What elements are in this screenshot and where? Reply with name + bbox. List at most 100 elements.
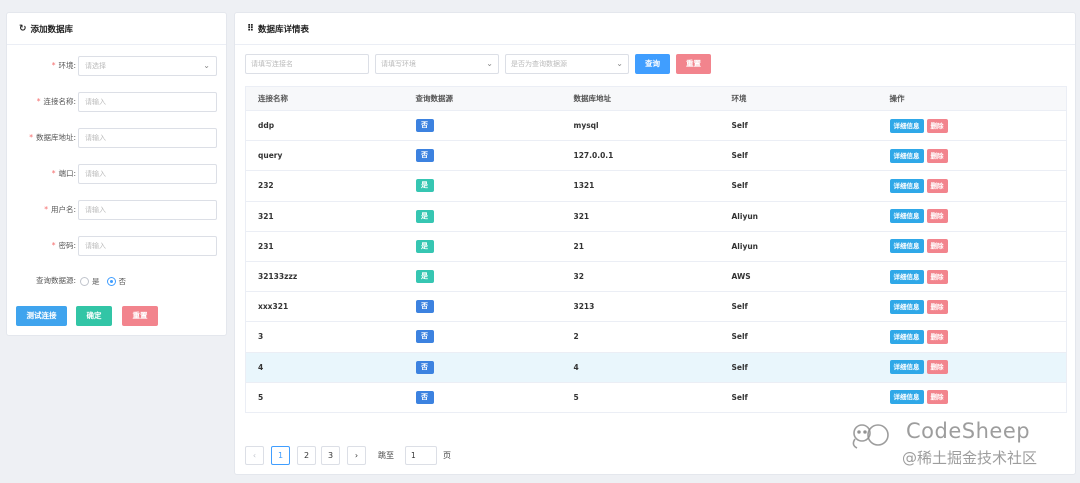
cell-env: Aliyun [719,201,878,232]
port-row: * 端口: 请输入 [7,164,228,184]
detail-button[interactable]: 详细信息 [889,390,924,405]
env-filter[interactable]: 请填写环境 ⌄ [375,54,499,74]
cell-name: ddp [245,110,404,142]
confirm-button[interactable]: 确定 [76,306,112,326]
cell-name: 32133zzz [245,261,404,293]
detail-button[interactable]: 详细信息 [889,118,924,133]
detail-button[interactable]: 详细信息 [889,178,924,193]
reset-filter-button[interactable]: 重置 [676,54,711,74]
page-1-button[interactable]: 1 [271,446,290,465]
db-address-input[interactable]: 请输入 [78,128,217,148]
delete-button[interactable]: 删除 [926,148,948,163]
table-row: 321 是 321 Aliyun 详细信息 删除 [245,201,1067,232]
col-header-source: 查询数据源 [403,86,562,111]
delete-button[interactable]: 删除 [926,360,948,375]
cell-name: xxx321 [245,291,404,323]
password-input[interactable]: 请输入 [78,236,217,256]
cell-actions: 详细信息 删除 [877,291,1067,323]
required-mark: * [51,241,56,250]
page-3-button[interactable]: 3 [321,446,340,465]
cell-actions: 详细信息 删除 [877,321,1067,353]
detail-button[interactable]: 详细信息 [889,269,924,284]
detail-button[interactable]: 详细信息 [889,360,924,375]
radio-yes-label[interactable]: 是 [92,276,100,287]
cell-actions: 详细信息 删除 [877,231,1067,262]
cell-source: 否 [403,321,562,353]
conn-name-filter-placeholder: 请填写连接名 [251,60,293,68]
required-mark: * [51,61,56,70]
required-mark: * [29,133,33,142]
cell-address: 127.0.0.1 [561,140,720,172]
env-select[interactable]: 请选择 ⌄ [78,56,217,76]
cell-address: 2 [561,321,720,353]
delete-button[interactable]: 删除 [926,269,948,284]
page-2-button[interactable]: 2 [297,446,316,465]
env-select-placeholder: 请选择 [85,62,106,70]
query-button[interactable]: 查询 [635,54,670,74]
port-input[interactable]: 请输入 [78,164,217,184]
radio-no-label[interactable]: 否 [119,276,127,287]
table-row: ddp 否 mysql Self 详细信息 删除 [245,110,1067,142]
table-row: 3 否 2 Self 详细信息 删除 [245,321,1067,353]
password-row: * 密码: 请输入 [7,236,228,256]
cell-source: 是 [403,261,562,293]
page-suffix: 页 [443,451,451,460]
username-input[interactable]: 请输入 [78,200,217,220]
source-filter[interactable]: 是否为查询数据源 ⌄ [505,54,629,74]
source-tag: 否 [415,119,434,133]
jump-page-input[interactable]: 1 [405,446,437,465]
cell-actions: 详细信息 删除 [877,170,1067,202]
add-database-title: 添加数据库 [30,24,74,35]
table-body: ddp 否 mysql Self 详细信息 删除 query 否 127.0.0.1 Self 详细… [245,110,1067,413]
conn-name-filter[interactable]: 请填写连接名 [245,54,369,74]
radio-yes[interactable] [80,276,89,286]
db-address-row: * 数据库地址: 请输入 [7,128,228,148]
col-header-name: 连接名称 [245,86,404,111]
cell-address: 5 [561,382,720,413]
conn-name-row: * 连接名称: 请输入 [7,92,228,112]
delete-button[interactable]: 删除 [926,239,948,254]
cell-env: Self [719,170,878,202]
test-connection-button[interactable]: 测试连接 [16,306,67,326]
cell-source: 是 [403,201,562,232]
delete-button[interactable]: 删除 [926,299,948,314]
detail-button[interactable]: 详细信息 [889,329,924,344]
table-row: 231 是 21 Aliyun 详细信息 删除 [245,231,1067,262]
detail-button[interactable]: 详细信息 [889,148,924,163]
table-row: 5 否 5 Self 详细信息 删除 [245,382,1067,413]
username-placeholder: 请输入 [85,206,106,214]
delete-button[interactable]: 删除 [926,209,948,224]
cell-env: Self [719,110,878,142]
cell-address: mysql [561,110,720,142]
cell-address: 21 [561,231,720,262]
table-row: 232 是 1321 Self 详细信息 删除 [245,170,1067,202]
col-header-actions: 操作 [877,86,1067,111]
env-filter-placeholder: 请填写环境 [381,60,416,68]
database-detail-panel: ⠿ 数据库详情表 请填写连接名 请填写环境 ⌄ 是否为查询数据源 ⌄ 查询 重置… [234,12,1076,475]
detail-button[interactable]: 详细信息 [889,209,924,224]
conn-name-input[interactable]: 请输入 [78,92,217,112]
radio-no[interactable] [106,276,116,286]
delete-button[interactable]: 删除 [926,118,948,133]
required-mark: * [44,205,48,214]
source-tag: 是 [415,179,434,193]
delete-button[interactable]: 删除 [926,390,948,405]
detail-button[interactable]: 详细信息 [889,299,924,314]
delete-button[interactable]: 删除 [926,178,948,193]
cell-name: 232 [245,170,404,202]
add-database-panel: ↻ 添加数据库 * 环境: 请选择 ⌄ * 连接名称: 请输入 * 数据库地址: 请输… [6,12,227,336]
cell-actions: 详细信息 删除 [877,382,1067,413]
cell-address: 32 [561,261,720,293]
cell-source: 否 [403,352,562,383]
database-detail-title: 数据库详情表 [258,24,310,35]
cell-actions: 详细信息 删除 [877,110,1067,142]
detail-button[interactable]: 详细信息 [889,239,924,254]
prev-page-button[interactable]: ‹ [245,446,264,465]
delete-button[interactable]: 删除 [926,329,948,344]
table-row: 32133zzz 是 32 AWS 详细信息 删除 [245,261,1067,293]
source-tag: 否 [415,300,434,314]
next-page-button[interactable]: › [347,446,366,465]
cell-env: Self [719,291,878,323]
source-tag: 是 [415,239,434,253]
reset-form-button[interactable]: 重置 [122,306,158,326]
